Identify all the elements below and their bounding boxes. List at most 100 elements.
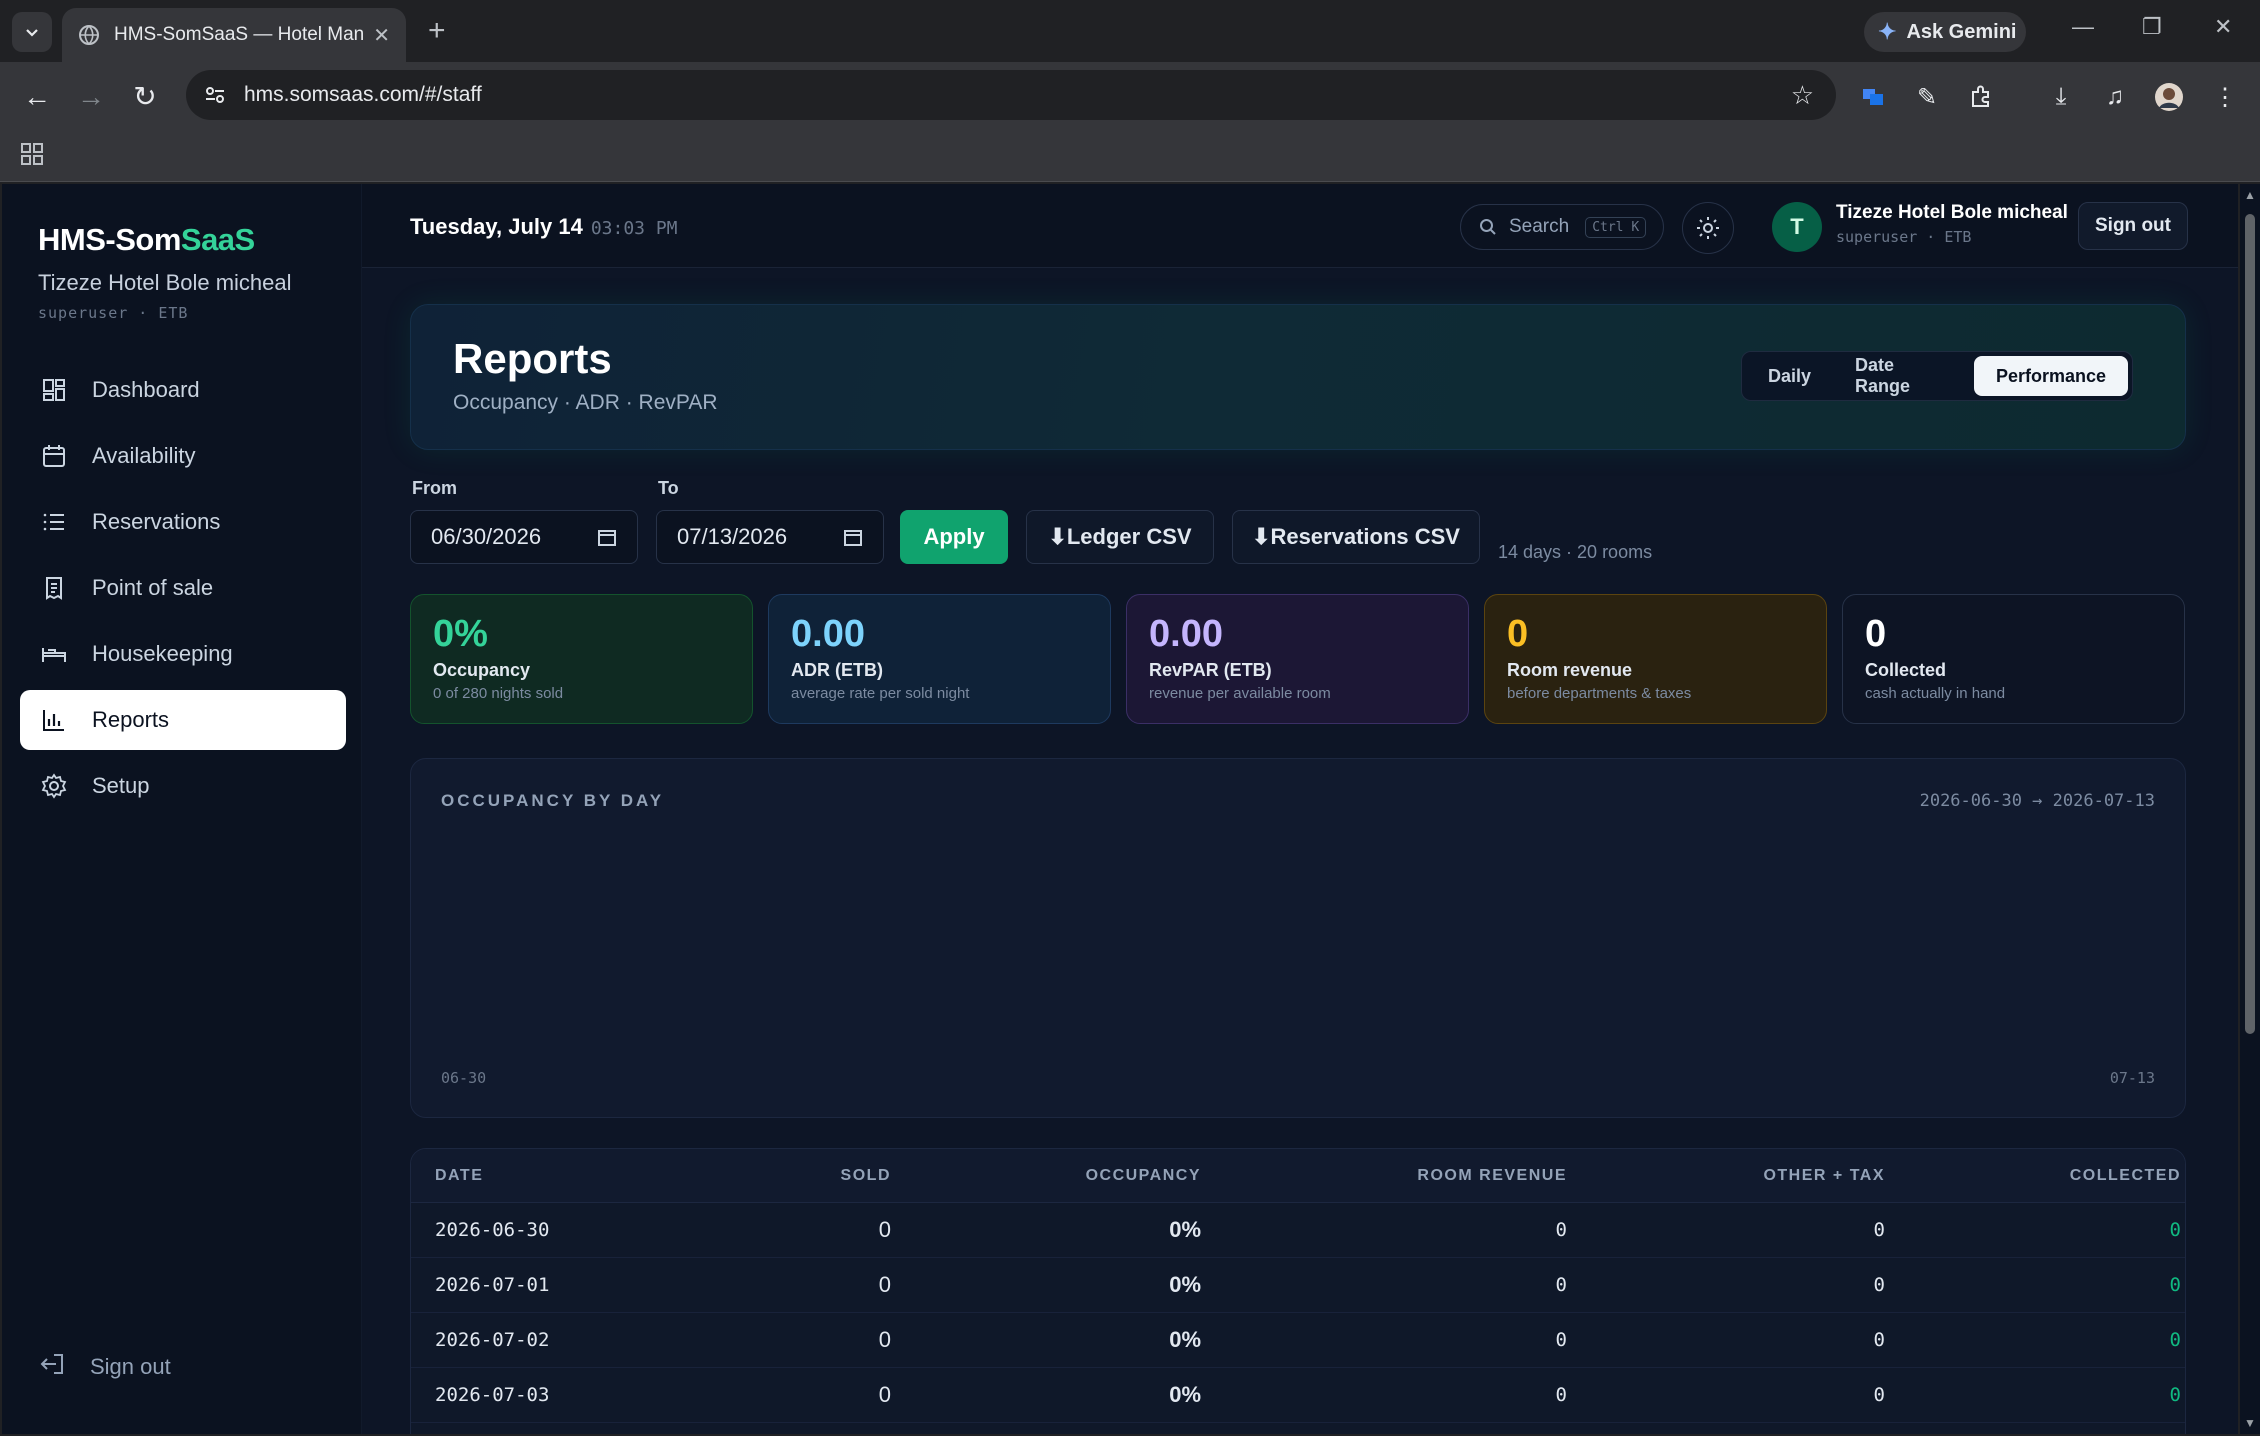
bed-icon (40, 640, 68, 668)
search-button[interactable]: Search Ctrl K (1460, 204, 1664, 250)
col-collected[interactable]: COLLECTED (1885, 1167, 2181, 1185)
range-summary: 14 days · 20 rooms (1498, 542, 1653, 562)
globe-icon (79, 25, 99, 46)
calendar-picker-icon[interactable] (843, 527, 863, 547)
extensions-icon[interactable] (1966, 82, 1996, 112)
cell-room-revenue: 0 (1555, 1384, 1567, 1406)
hotel-name: Tizeze Hotel Bole micheal (38, 270, 292, 295)
bookmark-star-icon[interactable]: ☆ (1791, 80, 1814, 111)
avatar[interactable]: T (1772, 202, 1822, 252)
cell-sold: 0 (878, 1382, 891, 1407)
cell-occupancy: 0% (1169, 1382, 1201, 1407)
report-mode-tabs: Daily Date Range Performance (1741, 351, 2133, 401)
search-icon (1480, 219, 1496, 235)
ledger-csv-button[interactable]: ⬇Ledger CSV (1026, 510, 1214, 564)
sidebar-item-point-of-sale[interactable]: Point of sale (20, 558, 346, 618)
cell-collected: 0 (2169, 1329, 2181, 1351)
occupancy-bar-chart (441, 839, 2157, 1039)
to-date-value: 07/13/2026 (677, 524, 788, 549)
sidebar-item-dashboard[interactable]: Dashboard (20, 360, 346, 420)
col-sold[interactable]: SOLD (711, 1167, 891, 1185)
cell-other-tax: 0 (1873, 1384, 1885, 1406)
table-header: DATE SOLD OCCUPANCY ROOM REVENUE OTHER +… (411, 1149, 2185, 1203)
cell-other-tax: 0 (1873, 1219, 1885, 1241)
tab-daily[interactable]: Daily (1746, 356, 1833, 396)
page-title: Reports (453, 335, 612, 382)
tab-date-range[interactable]: Date Range (1833, 355, 1974, 396)
topbar: Tuesday, July 14 03:03 PM Search Ctrl K T… (362, 184, 2238, 268)
browser-tab[interactable]: HMS-SomSaaS — Hotel Manag ✕ (62, 8, 406, 62)
calendar-picker-icon[interactable] (597, 527, 617, 547)
app-viewport: HMS-SomSaaS Tizeze Hotel Bole micheal su… (2, 184, 2238, 1434)
sidebar-item-availability[interactable]: Availability (20, 426, 346, 486)
kpi-card-revpar: 0.00 RevPAR (ETB) revenue per available … (1126, 594, 1469, 724)
from-date-value: 06/30/2026 (431, 524, 542, 549)
forward-arrow-icon[interactable]: → (74, 80, 108, 114)
apply-button[interactable]: Apply (900, 510, 1008, 564)
sidebar-item-housekeeping[interactable]: Housekeeping (20, 624, 346, 684)
scroll-up-icon[interactable]: ▲ (2244, 188, 2256, 202)
kpi-value: 0 (1865, 613, 1887, 655)
kpi-value: 0.00 (1149, 613, 1223, 655)
kpi-name: Occupancy (433, 660, 531, 680)
sidebar-item-label: Reports (92, 707, 170, 732)
date-text: Tuesday, July 14 (410, 214, 583, 239)
ask-gemini-button[interactable]: ✦ Ask Gemini (1864, 12, 2026, 52)
tab-performance[interactable]: Performance (1973, 356, 2128, 396)
window-close-icon[interactable]: ✕ (2214, 14, 2232, 40)
sidebar-item-reports[interactable]: Reports (20, 690, 346, 750)
to-date-input[interactable]: 07/13/2026 (656, 510, 884, 564)
kpi-hint: cash actually in hand (1865, 685, 2006, 702)
col-date[interactable]: DATE (411, 1167, 711, 1185)
dashboard-icon (40, 376, 68, 404)
media-control-icon[interactable]: ♫ (2100, 82, 2130, 112)
search-shortcut: Ctrl K (1585, 216, 1647, 238)
table-row: 2026-07-01 0 0% 0 0 0 (411, 1258, 2185, 1313)
bar-chart-icon (40, 706, 68, 734)
col-room-revenue[interactable]: ROOM REVENUE (1201, 1167, 1567, 1185)
apps-grid-icon[interactable] (20, 142, 44, 166)
cell-other-tax: 0 (1873, 1274, 1885, 1296)
page-scrollbar[interactable]: ▲ ▼ (2240, 184, 2260, 1434)
from-date-input[interactable]: 06/30/2026 (410, 510, 638, 564)
current-time: 03:03 PM (590, 218, 678, 239)
col-other-tax[interactable]: OTHER + TAX (1567, 1167, 1885, 1185)
new-tab-button[interactable]: + (428, 14, 446, 48)
scrollbar-thumb[interactable] (2245, 214, 2255, 1034)
tab-search-button[interactable] (12, 12, 52, 52)
browser-tabstrip: HMS-SomSaaS — Hotel Manag ✕ + ✦ Ask Gemi… (0, 0, 2260, 62)
theme-toggle-button[interactable] (1682, 202, 1734, 254)
extension-puzzle-blue-icon[interactable] (1858, 82, 1888, 112)
eyedropper-icon[interactable]: ✎ (1912, 82, 1942, 112)
restore-icon[interactable]: ❐ (2142, 14, 2162, 40)
from-label: From (412, 478, 457, 498)
cell-collected: 0 (2169, 1384, 2181, 1406)
back-arrow-icon[interactable]: ← (20, 80, 54, 114)
sidebar-item-label: Dashboard (92, 377, 200, 402)
kpi-hint: 0 of 280 nights sold (433, 685, 564, 702)
bookmarks-bar (0, 132, 2260, 182)
profile-avatar[interactable] (2154, 82, 2184, 112)
col-occupancy[interactable]: OCCUPANCY (891, 1167, 1201, 1185)
hotel-meta: superuser · ETB (38, 304, 189, 322)
reservations-csv-button[interactable]: ⬇Reservations CSV (1232, 510, 1480, 564)
minimize-icon[interactable]: — (2072, 14, 2094, 40)
search-label: Search (1509, 216, 1570, 237)
reload-icon[interactable]: ↻ (128, 80, 162, 114)
download-icon[interactable]: ⤓ (2046, 82, 2076, 112)
kpi-card-adr: 0.00 ADR (ETB) average rate per sold nig… (768, 594, 1111, 724)
sidebar-sign-out-button[interactable]: Sign out (40, 1352, 171, 1382)
browser-toolbar: ← → ↻ hms.somsaas.com/#/staff ☆ ✎ ⤓ ♫ ⋮ (0, 62, 2260, 132)
address-bar[interactable]: hms.somsaas.com/#/staff ☆ (186, 70, 1836, 120)
sidebar-item-reservations[interactable]: Reservations (20, 492, 346, 552)
sign-out-button[interactable]: Sign out (2078, 202, 2188, 250)
sidebar-item-setup[interactable]: Setup (20, 756, 346, 816)
browser-menu-icon[interactable]: ⋮ (2210, 82, 2240, 112)
tab-close-icon[interactable]: ✕ (373, 23, 390, 48)
kpi-value: 0 (1507, 613, 1529, 655)
site-info-icon[interactable] (200, 80, 230, 110)
scroll-down-icon[interactable]: ▼ (2244, 1416, 2256, 1430)
chart-date-range: 2026-06-30 → 2026-07-13 (1919, 791, 2155, 811)
cell-sold: 0 (878, 1327, 891, 1352)
brand-logo[interactable]: HMS-SomSaaS (38, 222, 255, 258)
